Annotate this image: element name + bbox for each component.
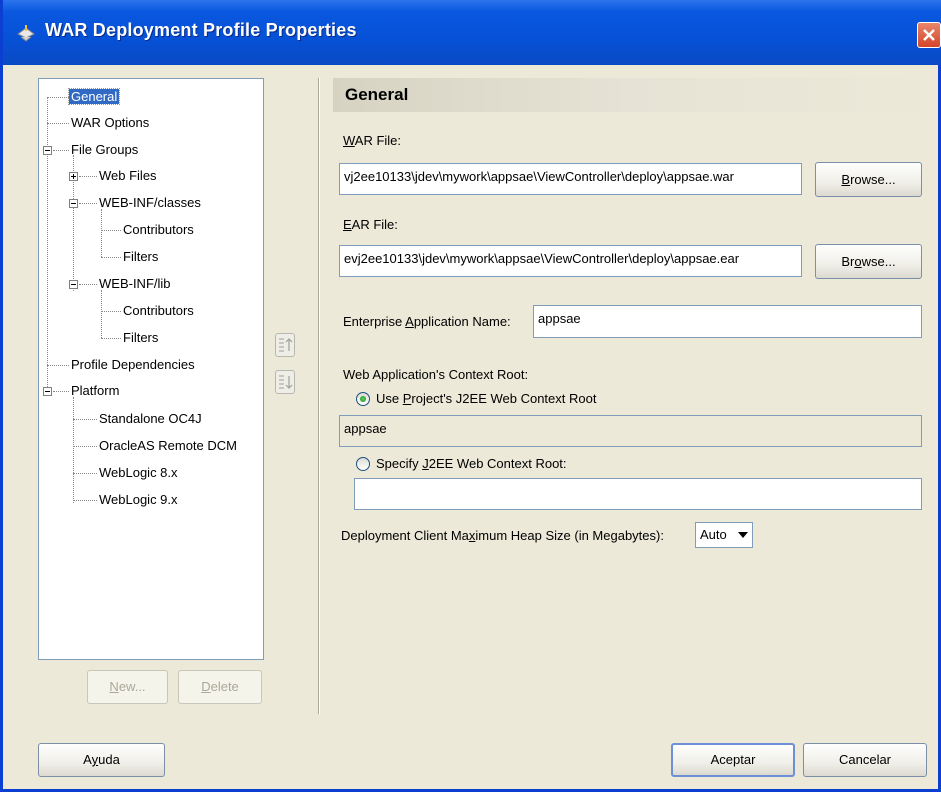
- browse-ear-button[interactable]: Browse...: [815, 244, 922, 279]
- heap-size-select[interactable]: Auto: [695, 522, 753, 548]
- tree-connector: [79, 284, 97, 285]
- close-icon: [923, 29, 935, 41]
- tree-connector: [79, 176, 97, 177]
- project-context-root-field: appsae: [339, 415, 922, 447]
- tree-connector: [73, 473, 97, 474]
- tree-item-general[interactable]: General: [67, 88, 121, 105]
- cancel-button[interactable]: Cancelar: [803, 743, 927, 777]
- war-file-input[interactable]: vj2ee10133\jdev\mywork\appsae\ViewContro…: [339, 163, 802, 195]
- collapse-toggle-icon[interactable]: [69, 199, 78, 208]
- tree-item-weblogic-8x[interactable]: WebLogic 8.x: [99, 465, 178, 481]
- help-button[interactable]: Ayuda: [38, 743, 165, 777]
- section-header: General: [333, 78, 933, 112]
- tree-item-lib-filters[interactable]: Filters: [123, 330, 158, 346]
- tree-connector: [101, 338, 121, 339]
- application-name-label: Enterprise Application Name:: [343, 314, 511, 329]
- specify-context-label: Specify J2EE Web Context Root:: [376, 456, 567, 471]
- delete-button[interactable]: Delete: [178, 670, 262, 704]
- tree-item-lib-contributors[interactable]: Contributors: [123, 303, 194, 319]
- ok-button[interactable]: Aceptar: [671, 743, 795, 777]
- tree-item-classes-contributors[interactable]: Contributors: [123, 222, 194, 238]
- use-project-context-radio[interactable]: [356, 392, 370, 406]
- tree-item-web-files[interactable]: Web Files: [99, 168, 157, 184]
- tree-item-web-inf-lib[interactable]: WEB-INF/lib: [99, 276, 171, 292]
- expand-toggle-icon[interactable]: [69, 172, 78, 181]
- dropdown-arrow-icon: [738, 532, 748, 538]
- tree-connector: [53, 391, 69, 392]
- heap-size-value: Auto: [700, 527, 727, 542]
- window-title: WAR Deployment Profile Properties: [45, 20, 357, 40]
- tree-connector: [101, 311, 121, 312]
- tree-item-weblogic-9x[interactable]: WebLogic 9.x: [99, 492, 178, 508]
- tree-connector: [73, 419, 97, 420]
- collapse-toggle-icon[interactable]: [69, 280, 78, 289]
- tree-connector: [79, 203, 97, 204]
- tree-item-oracleas-remote-dcm[interactable]: OracleAS Remote DCM: [99, 438, 237, 454]
- ear-file-label: EAR File:: [343, 217, 398, 232]
- move-down-icon: [279, 375, 293, 389]
- heap-size-label: Deployment Client Maximum Heap Size (in …: [341, 528, 664, 543]
- specify-context-radio[interactable]: [356, 457, 370, 471]
- tree-connector: [47, 97, 48, 391]
- tree-connector: [53, 150, 69, 151]
- collapse-toggle-icon[interactable]: [43, 387, 52, 396]
- tree-connector: [101, 257, 121, 258]
- java-cup-icon: [17, 25, 35, 42]
- ear-file-input[interactable]: evj2ee10133\jdev\mywork\appsae\ViewContr…: [339, 245, 802, 277]
- title-bar[interactable]: WAR Deployment Profile Properties: [3, 0, 941, 65]
- navigation-tree[interactable]: General WAR Options File Groups Web File…: [38, 78, 264, 660]
- tree-connector: [101, 230, 121, 231]
- page-title: General: [345, 85, 409, 104]
- move-up-icon: [279, 338, 293, 352]
- collapse-toggle-icon[interactable]: [43, 146, 52, 155]
- tree-connector: [47, 97, 69, 98]
- context-root-label: Web Application's Context Root:: [343, 367, 529, 382]
- browse-war-button[interactable]: Browse...: [815, 162, 922, 197]
- tree-item-platform[interactable]: Platform: [71, 383, 119, 399]
- use-project-context-label: Use Project's J2EE Web Context Root: [376, 391, 597, 406]
- tree-item-web-inf-classes[interactable]: WEB-INF/classes: [99, 195, 201, 211]
- tree-connector: [101, 290, 102, 338]
- move-up-button[interactable]: [275, 333, 295, 357]
- tree-connector: [47, 365, 69, 366]
- tree-item-war-options[interactable]: WAR Options: [71, 115, 149, 131]
- close-button[interactable]: [917, 22, 941, 48]
- tree-connector: [73, 446, 97, 447]
- tree-item-file-groups[interactable]: File Groups: [71, 142, 138, 158]
- tree-connector: [73, 397, 74, 503]
- specify-context-root-input[interactable]: [354, 478, 922, 510]
- move-down-button[interactable]: [275, 370, 295, 394]
- new-button[interactable]: New...: [87, 670, 168, 704]
- tree-connector: [101, 209, 102, 257]
- application-name-input[interactable]: appsae: [533, 305, 922, 338]
- war-file-label: WAR File:: [343, 133, 402, 148]
- tree-item-classes-filters[interactable]: Filters: [123, 249, 158, 265]
- panel-divider: [318, 78, 320, 714]
- tree-connector: [47, 123, 69, 124]
- dialog-window: WAR Deployment Profile Properties Genera…: [0, 0, 941, 792]
- tree-item-profile-dependencies[interactable]: Profile Dependencies: [71, 357, 195, 373]
- tree-item-standalone-oc4j[interactable]: Standalone OC4J: [99, 411, 202, 427]
- tree-connector: [73, 500, 97, 501]
